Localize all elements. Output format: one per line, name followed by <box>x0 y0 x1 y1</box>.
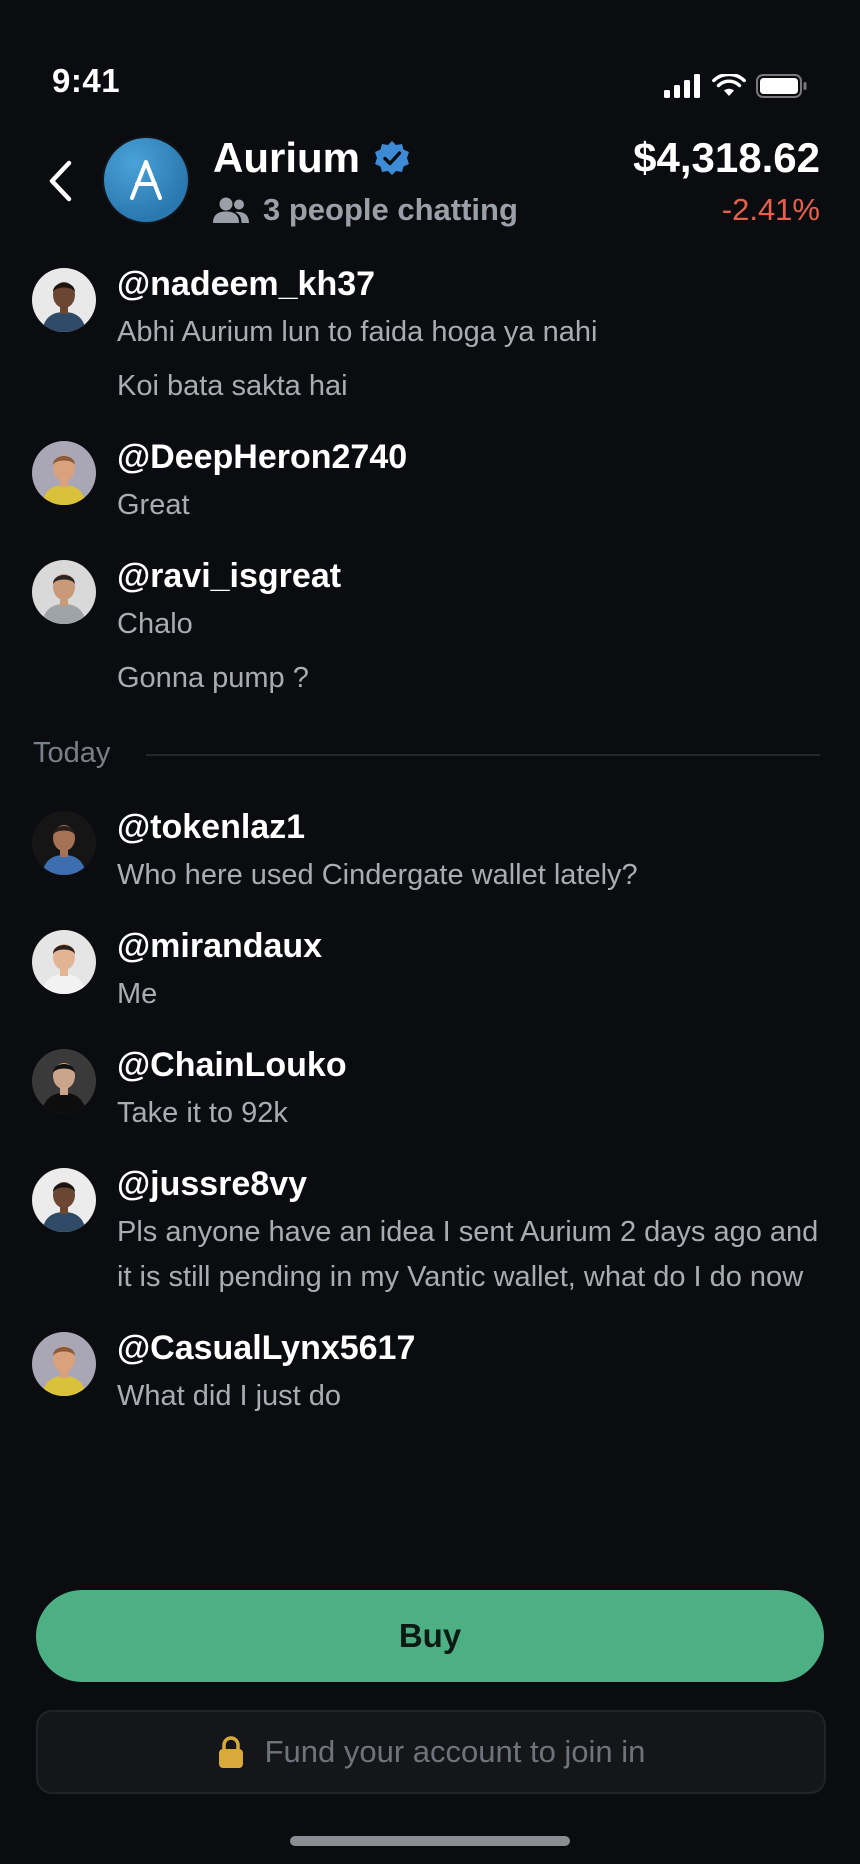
user-avatar[interactable] <box>32 1168 96 1232</box>
status-time: 9:41 <box>52 62 121 99</box>
coin-price: $4,318.62 <box>633 134 820 181</box>
status-bar: 9:41 <box>0 0 860 120</box>
wifi-icon <box>712 74 746 96</box>
message-text: Chalo <box>117 608 193 640</box>
chat-feed[interactable]: @nadeem_kh37 Abhi Aurium lun to faida hog… <box>0 258 860 1441</box>
avatar-image <box>32 1168 96 1232</box>
avatar-image <box>32 811 96 875</box>
message-username[interactable]: @CasualLynx5617 <box>117 1322 820 1374</box>
message-text: Abhi Aurium lun to faida hoga ya nahi <box>117 316 598 348</box>
chatting-count: 3 people chatting <box>213 192 518 228</box>
message-text: Gonna pump ? <box>117 662 309 694</box>
chat-message: @ravi_isgreat Chalo Gonna pump ? <box>0 550 860 701</box>
divider-line <box>146 754 820 756</box>
message-text: Pls anyone have an idea I sent Aurium 2 … <box>117 1216 819 1293</box>
avatar-image <box>32 268 96 332</box>
message-username[interactable]: @mirandaux <box>117 920 820 972</box>
message-username[interactable]: @ravi_isgreat <box>117 550 820 602</box>
price-change: -2.41% <box>721 192 820 227</box>
avatar-image <box>32 930 96 994</box>
status-icons <box>664 74 808 98</box>
message-username[interactable]: @ChainLouko <box>117 1039 820 1091</box>
message-username[interactable]: @nadeem_kh37 <box>117 258 820 310</box>
avatar-image <box>32 1049 96 1113</box>
chat-header: Aurium 3 people chatting $4,318.62 -2.41… <box>0 126 860 236</box>
message-text: Take it to 92k <box>117 1097 288 1129</box>
fund-account-bar[interactable]: Fund your account to join in <box>36 1710 826 1794</box>
avatar-image <box>32 441 96 505</box>
back-button[interactable] <box>40 156 80 206</box>
user-avatar[interactable] <box>32 930 96 994</box>
chat-message: @jussre8vy Pls anyone have an idea I sent… <box>0 1158 860 1300</box>
user-avatar[interactable] <box>32 1049 96 1113</box>
avatar-image <box>32 560 96 624</box>
message-text: What did I just do <box>117 1380 342 1412</box>
chat-message: @tokenlaz1 Who here used Cindergate walle… <box>0 801 860 898</box>
coin-name[interactable]: Aurium <box>213 134 410 182</box>
avatar-image <box>32 1332 96 1396</box>
message-text: Who here used Cindergate wallet lately? <box>117 859 638 891</box>
message-username[interactable]: @DeepHeron2740 <box>117 431 820 483</box>
messages-today: @tokenlaz1 Who here used Cindergate walle… <box>0 801 860 1419</box>
battery-icon <box>756 74 807 98</box>
user-avatar[interactable] <box>32 1332 96 1396</box>
user-avatar[interactable] <box>32 560 96 624</box>
coin-logo-icon <box>130 160 162 200</box>
chatting-text: 3 people chatting <box>263 192 518 227</box>
people-icon <box>213 197 249 223</box>
chat-message: @mirandaux Me <box>0 920 860 1017</box>
user-avatar[interactable] <box>32 811 96 875</box>
user-avatar[interactable] <box>32 268 96 332</box>
chat-message: @DeepHeron2740 Great <box>0 431 860 528</box>
fund-account-label: Fund your account to join in <box>264 1734 646 1769</box>
back-icon <box>49 160 72 202</box>
message-username[interactable]: @jussre8vy <box>117 1158 820 1210</box>
chat-message: @ChainLouko Take it to 92k <box>0 1039 860 1136</box>
message-text: Great <box>117 489 190 521</box>
coin-name-label: Aurium <box>213 134 360 181</box>
message-text: Me <box>117 978 158 1010</box>
lock-icon <box>218 1736 243 1768</box>
signal-icon <box>664 74 700 98</box>
coin-avatar[interactable] <box>104 138 188 222</box>
user-avatar[interactable] <box>32 441 96 505</box>
verified-icon <box>375 141 409 175</box>
buy-button[interactable]: Buy <box>36 1590 824 1682</box>
home-indicator[interactable] <box>290 1836 570 1846</box>
message-username[interactable]: @tokenlaz1 <box>117 801 820 853</box>
chat-message: @CasualLynx5617 What did I just do <box>0 1322 860 1419</box>
message-text: Koi bata sakta hai <box>117 370 348 402</box>
chat-message: @nadeem_kh37 Abhi Aurium lun to faida hog… <box>0 258 860 409</box>
messages-earlier: @nadeem_kh37 Abhi Aurium lun to faida hog… <box>0 258 860 701</box>
date-divider: Today <box>0 725 860 785</box>
divider-label: Today <box>33 737 137 770</box>
